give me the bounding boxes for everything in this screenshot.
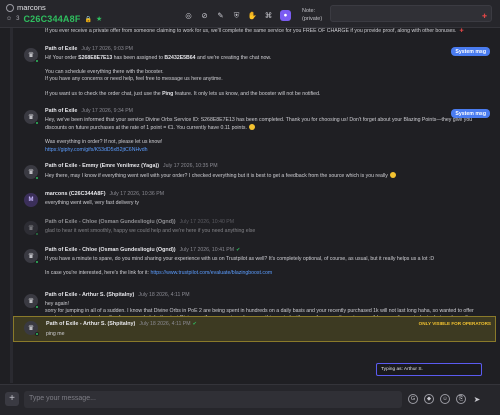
- lock-icon: 🔒: [84, 16, 92, 23]
- operator-only-message: ♛ Path of Exile - Arthur S. (Shpitalny) J…: [13, 316, 496, 342]
- header-toolbar: ◎ ⊘ ✎ ⛨ ✋ ⌘ ●: [184, 10, 291, 21]
- message-text: glad to hear it went smoothly, happy we …: [45, 228, 256, 234]
- avatar[interactable]: ♛: [24, 165, 39, 180]
- chat-icon[interactable]: ◎: [184, 11, 193, 20]
- message-time: July 18 2026, 4:11 PM: [138, 292, 190, 298]
- check-icon: ✔: [192, 321, 197, 327]
- message-text: Hey there, may I know if everything went…: [45, 172, 475, 180]
- avatar[interactable]: ♛: [24, 221, 39, 236]
- pin-icon[interactable]: ✎: [216, 11, 225, 20]
- visibility-badge: ONLY VISIBLE FOR OPERATORS: [418, 321, 491, 326]
- message-header: Path of Exile - Arthur S. (Shpitalny) Jul…: [46, 321, 197, 327]
- message-text: everything went well, very fast delivery…: [45, 200, 139, 206]
- gamepad-icon[interactable]: ⌘: [264, 11, 273, 20]
- avatar[interactable]: ♛: [24, 294, 39, 309]
- emoji-icon[interactable]: ☺: [440, 394, 450, 404]
- message-time: July 17 2026, 10:40 PM: [179, 219, 235, 225]
- message-text: Hi! Your order S268E8E7E13 has been assi…: [45, 55, 321, 97]
- message-item: ♛ Path of Exile - Chloe (Osman Gundeslio…: [24, 247, 492, 283]
- message-header: Path of Exile - Emmy (Emre Yenilmez (Yag…: [45, 163, 218, 169]
- message-author[interactable]: Path of Exile - Arthur S. (Shpitalny): [45, 292, 134, 298]
- message-author[interactable]: Path of Exile: [45, 46, 77, 52]
- message-time: July 17 2026, 10:36 PM: [109, 191, 165, 197]
- message-text: ping me: [46, 331, 65, 337]
- message-item: ♛ Path of Exile - Chloe (Osman Gundeslio…: [24, 219, 492, 241]
- message-input[interactable]: Type your message...: [24, 391, 402, 408]
- message-item: M marcons (C26C344A8F) July 17 2026, 10:3…: [24, 191, 492, 213]
- message-header: marcons (C26C344A8F) July 17 2026, 10:36 …: [45, 191, 164, 197]
- chat-header: marcons ☺ 3 C26C344A8F 🔒 ★ ◎ ⊘ ✎ ⛨ ✋ ⌘ ●…: [0, 0, 500, 28]
- header-username[interactable]: marcons: [17, 3, 46, 12]
- avatar[interactable]: ♛: [24, 48, 39, 63]
- check-icon: ✔: [236, 247, 241, 253]
- composer: + Type your message... G ◆ ☺ ⎘ ➤: [0, 384, 500, 415]
- sticker-icon[interactable]: ◆: [424, 394, 434, 404]
- message-author[interactable]: Path of Exile - Emmy (Emre Yenilmez (Yag…: [45, 163, 159, 169]
- star-icon[interactable]: ★: [96, 15, 102, 23]
- message-item: ♛ Path of Exile - Emmy (Emre Yenilmez (Y…: [24, 163, 492, 185]
- message-author[interactable]: Path of Exile - Chloe (Osman Gundesliogi…: [45, 219, 176, 225]
- note-label: Note: (private): [302, 8, 323, 22]
- blocked-icon[interactable]: ⊘: [200, 11, 209, 20]
- user-icon[interactable]: ●: [280, 10, 291, 21]
- note-input[interactable]: ✚: [330, 5, 492, 22]
- send-icon[interactable]: ➤: [472, 394, 482, 404]
- message-header: Path of Exile - Arthur S. (Shpitalny) Jul…: [45, 292, 190, 298]
- order-code[interactable]: C26C344A8F: [23, 14, 80, 24]
- message-time: July 18 2026, 4:11 PM: [139, 321, 191, 327]
- user-circle-icon: [6, 3, 14, 12]
- message-author[interactable]: Path of Exile: [45, 108, 77, 114]
- trustpilot-link[interactable]: https://www.trustpilot.com/evaluate/blaz…: [151, 270, 273, 276]
- message-text: If you ever receive a private offer from…: [45, 28, 464, 34]
- message-header: Path of Exile - Chloe (Osman Gundesliogi…: [45, 219, 234, 225]
- message-text: If you have a minute to spare, do you mi…: [45, 256, 435, 277]
- add-button[interactable]: +: [5, 392, 19, 406]
- message-time: July 17 2026, 10:41 PM: [179, 247, 235, 253]
- avatar[interactable]: M: [24, 193, 38, 207]
- message-author[interactable]: Path of Exile - Chloe (Osman Gundesliogi…: [45, 247, 176, 253]
- composer-toolbar: G ◆ ☺ ⎘ ➤: [408, 394, 482, 404]
- giphy-link[interactable]: https://giphy.com/gifs/K53dD5xB2jtC6NHvd…: [45, 147, 148, 153]
- message-time: July 17 2026, 9:34 PM: [81, 108, 133, 114]
- message-author[interactable]: marcons (C26C344A8F): [45, 191, 106, 197]
- header-user-row: marcons: [6, 3, 46, 12]
- shield-icon[interactable]: ⛨: [232, 11, 241, 20]
- gif-icon[interactable]: G: [408, 394, 418, 404]
- message-header: Path of Exile - Chloe (Osman Gundesliogi…: [45, 247, 240, 253]
- avatar[interactable]: ♛: [24, 110, 39, 125]
- message-time: July 17 2026, 9:03 PM: [81, 46, 133, 52]
- message-text: Hey, we've been informed that your servi…: [45, 117, 473, 153]
- group-icon: ☺: [6, 16, 13, 22]
- typing-as-indicator[interactable]: Typing as: Arthur S.: [376, 363, 482, 376]
- hand-icon[interactable]: ✋: [248, 11, 257, 20]
- avatar[interactable]: ♛: [24, 249, 39, 264]
- message-item: ♛ Path of Exile July 17 2026, 9:34 PM Sys…: [24, 108, 492, 158]
- smile-emoji-icon: [389, 172, 396, 178]
- attach-icon[interactable]: ⎘: [456, 394, 466, 404]
- message-time: July 17 2026, 10:35 PM: [163, 163, 218, 169]
- message-author[interactable]: Path of Exile - Arthur S. (Shpitalny): [46, 321, 135, 327]
- participant-count: 3: [16, 16, 20, 22]
- message-item: ♛ Path of Exile July 17 2026, 9:03 PM Sys…: [24, 46, 492, 104]
- smile-emoji-icon: [248, 124, 255, 131]
- pin-icon: ✚: [459, 28, 464, 34]
- message-header: Path of Exile July 17 2026, 9:34 PM: [45, 108, 133, 114]
- pin-icon[interactable]: ✚: [482, 13, 487, 20]
- avatar[interactable]: ♛: [24, 321, 39, 336]
- header-order-row: ☺ 3 C26C344A8F 🔒 ★: [6, 14, 102, 24]
- message-header: Path of Exile July 17 2026, 9:03 PM: [45, 46, 133, 52]
